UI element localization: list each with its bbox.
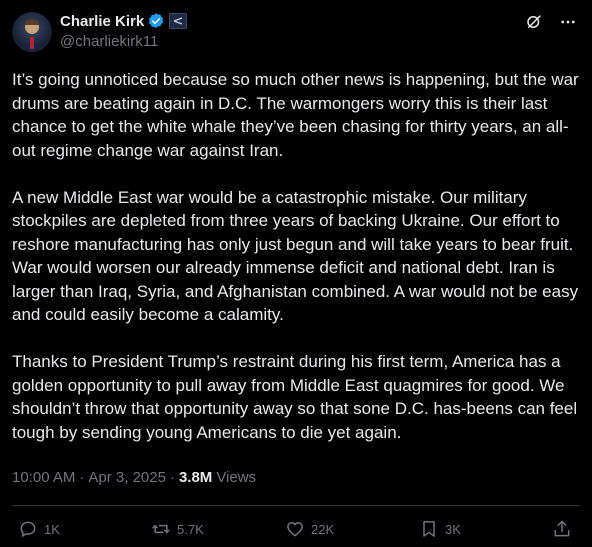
views-label: Views [216,469,257,486]
reply-icon [18,519,38,539]
tweet-paragraph: Thanks to President Trump’s restraint du… [12,352,578,442]
like-button[interactable]: 22K [285,519,334,539]
verified-badge-icon [147,12,165,30]
views-count: 3.8M [178,469,213,486]
affiliation-badge-icon[interactable] [169,13,188,29]
grok-icon[interactable] [524,12,544,32]
share-button[interactable] [552,519,578,539]
name-row: Charlie Kirk [60,11,188,31]
more-options-icon[interactable] [558,12,578,32]
repost-button[interactable]: 5.7K [151,519,204,539]
avatar[interactable] [12,12,52,52]
tweet-text: It’s going unnoticed because so much oth… [12,68,584,468]
tweet-paragraph: It’s going unnoticed because so much oth… [12,70,579,160]
tweet-date[interactable]: Apr 3, 2025 [88,469,166,486]
divider [12,505,580,506]
top-actions [524,12,578,32]
action-bar: 1K 5.7K 22K 3K [0,515,592,545]
like-count: 22K [311,521,335,537]
tweet-paragraph: A new Middle East war would be a catastr… [12,187,579,325]
bookmark-count: 3K [445,521,461,537]
bookmark-icon [419,519,439,539]
repost-count: 5.7K [177,521,204,537]
meta-separator: · [169,469,175,486]
share-icon [552,519,572,539]
reply-count: 1K [44,521,60,537]
display-name[interactable]: Charlie Kirk [60,13,144,30]
tweet-time[interactable]: 10:00 AM [12,469,75,486]
meta-separator: · [79,469,85,486]
bookmark-button[interactable]: 3K [419,519,461,539]
tweet-header: Charlie Kirk @charliekirk11 [0,0,592,60]
heart-icon [285,519,305,539]
reply-button[interactable]: 1K [18,519,60,539]
handle[interactable]: @charliekirk11 [60,33,158,50]
repost-icon [151,519,171,539]
tweet-meta: 10:00 AM · Apr 3, 2025 · 3.8M Views [12,469,256,486]
